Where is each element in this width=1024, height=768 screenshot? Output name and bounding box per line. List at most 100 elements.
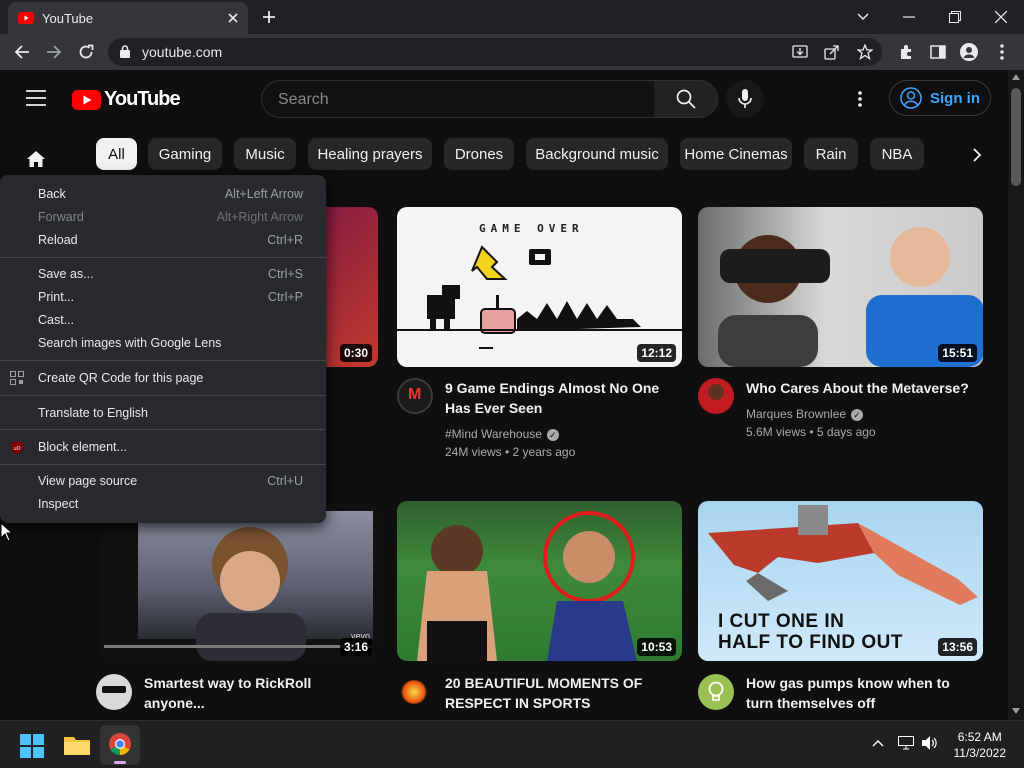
channel-name-text: #Mind Warehouse: [445, 427, 542, 441]
install-app-icon[interactable]: [792, 44, 808, 60]
side-panel-icon[interactable]: [926, 40, 950, 64]
network-icon[interactable]: [898, 736, 914, 750]
channel-avatar[interactable]: [698, 674, 734, 710]
menu-item-view-source[interactable]: View page source Ctrl+U: [0, 470, 326, 493]
chip-gaming[interactable]: Gaming: [148, 138, 222, 170]
close-window-icon[interactable]: [990, 6, 1012, 28]
video-title[interactable]: How gas pumps know when to turn themselve…: [746, 673, 950, 713]
minimize-icon[interactable]: [898, 6, 920, 28]
reload-icon[interactable]: [74, 40, 98, 64]
menu-item-inspect[interactable]: Inspect: [0, 493, 326, 516]
chip-drones[interactable]: Drones: [444, 138, 514, 170]
menu-item-cast[interactable]: Cast...: [0, 309, 326, 332]
extensions-icon[interactable]: [894, 40, 918, 64]
video-thumbnail[interactable]: 10:53: [397, 501, 682, 661]
sign-in-button[interactable]: Sign in: [889, 80, 991, 116]
menu-item-save-as[interactable]: Save as... Ctrl+S: [0, 263, 326, 286]
youtube-logo-icon: [72, 89, 101, 110]
search-icon: [676, 89, 696, 109]
video-title-line: Has Ever Seen: [445, 400, 543, 416]
chip-home-cinemas[interactable]: Home Cinemas: [680, 138, 792, 170]
menu-item-translate[interactable]: Translate to English: [0, 402, 326, 425]
taskbar-clock[interactable]: 6:52 AM 11/3/2022: [954, 729, 1007, 761]
chip-background-music[interactable]: Background music: [526, 138, 668, 170]
lock-icon: [120, 45, 130, 58]
address-bar[interactable]: youtube.com: [108, 38, 882, 66]
chrome-taskbar-button[interactable]: [100, 725, 140, 765]
new-tab-button[interactable]: [258, 6, 280, 28]
video-title[interactable]: 20 BEAUTIFUL MOMENTS OF RESPECT IN SPORTS: [445, 673, 642, 713]
scrollbar-thumb[interactable]: [1011, 88, 1021, 186]
search-button[interactable]: [654, 80, 718, 118]
menu-separator: [0, 429, 326, 430]
chip-music[interactable]: Music: [234, 138, 296, 170]
thumbnail-face-icon: [100, 503, 378, 661]
page-scrollbar[interactable]: [1008, 70, 1024, 720]
video-title[interactable]: Who Cares About the Metaverse?: [746, 378, 969, 398]
menu-item-label: Print...: [38, 290, 75, 304]
account-circle-icon: [900, 87, 922, 109]
chip-rain[interactable]: Rain: [804, 138, 858, 170]
url-text: youtube.com: [142, 44, 223, 60]
thumbnail-caption: I CUT ONE IN HALF TO FIND OUT: [718, 611, 903, 653]
voice-search-button[interactable]: [726, 80, 764, 118]
file-explorer-icon[interactable]: [64, 734, 90, 756]
context-menu: Back Alt+Left Arrow Forward Alt+Right Arro…: [0, 175, 326, 523]
menu-item-google-lens[interactable]: Search images with Google Lens: [0, 332, 326, 355]
bookmark-star-icon[interactable]: [857, 44, 873, 60]
show-hidden-icons-icon[interactable]: [872, 739, 884, 747]
guide-menu-icon[interactable]: [26, 90, 46, 106]
chrome-menu-icon[interactable]: [990, 40, 1014, 64]
youtube-logo[interactable]: YouTube: [72, 88, 181, 111]
home-icon[interactable]: [26, 150, 46, 168]
share-icon[interactable]: [824, 44, 840, 60]
volume-icon[interactable]: [922, 736, 938, 750]
tab-close-icon[interactable]: [228, 13, 238, 23]
chip-nba[interactable]: NBA: [870, 138, 924, 170]
video-title[interactable]: 9 Game Endings Almost No One Has Ever See…: [445, 378, 659, 418]
channel-avatar[interactable]: [397, 674, 433, 710]
clock-time: 6:52 AM: [957, 730, 1002, 744]
menu-item-block-element[interactable]: uO Block element...: [0, 436, 326, 459]
profile-icon[interactable]: [957, 40, 981, 64]
settings-more-icon[interactable]: [858, 91, 862, 107]
channel-name[interactable]: #Mind Warehouse ✓: [445, 425, 559, 443]
video-duration: 13:56: [938, 638, 977, 656]
menu-item-label: Translate to English: [38, 406, 149, 420]
tab-search-icon[interactable]: [852, 6, 874, 28]
video-title-line: 9 Game Endings Almost No One: [445, 380, 660, 396]
scroll-up-icon[interactable]: [1012, 74, 1020, 80]
channel-avatar[interactable]: M: [397, 378, 433, 414]
chips-next-icon[interactable]: [972, 147, 982, 163]
windows-start-icon[interactable]: [20, 734, 44, 758]
video-thumbnail[interactable]: 15:51: [698, 207, 983, 367]
video-thumbnail[interactable]: I CUT ONE IN HALF TO FIND OUT 13:56: [698, 501, 983, 661]
chip-all[interactable]: All: [96, 138, 137, 170]
active-indicator: [114, 761, 126, 764]
avatar-letter-icon: M: [408, 386, 422, 403]
menu-item-print[interactable]: Print... Ctrl+P: [0, 286, 326, 309]
menu-item-forward: Forward Alt+Right Arrow: [0, 206, 326, 229]
forward-icon[interactable]: [42, 40, 66, 64]
menu-item-qr-code[interactable]: Create QR Code for this page: [0, 367, 326, 390]
video-thumbnail[interactable]: GAME OVER 12:12: [397, 207, 682, 367]
menu-item-back[interactable]: Back Alt+Left Arrow: [0, 183, 326, 206]
menu-item-label: Create QR Code for this page: [38, 371, 204, 385]
menu-item-label: Reload: [38, 233, 78, 247]
menu-item-label: Block element...: [38, 440, 127, 454]
restore-icon[interactable]: [944, 6, 966, 28]
channel-avatar[interactable]: [96, 674, 132, 710]
tab-youtube[interactable]: YouTube: [8, 2, 248, 34]
back-icon[interactable]: [10, 40, 34, 64]
channel-name[interactable]: Marques Brownlee ✓: [746, 405, 864, 423]
thumbnail-people-icon: [397, 501, 682, 661]
video-thumbnail[interactable]: vevo 3:16: [100, 503, 378, 661]
video-title[interactable]: Smartest way to RickRoll anyone...: [144, 673, 311, 713]
screen: YouTube youtube.com YouTube Search Sign …: [0, 0, 1024, 768]
scroll-down-icon[interactable]: [1012, 708, 1020, 714]
channel-avatar[interactable]: [698, 378, 734, 414]
menu-item-label: View page source: [38, 474, 138, 488]
menu-item-reload[interactable]: Reload Ctrl+R: [0, 229, 326, 252]
search-input[interactable]: Search: [261, 80, 655, 118]
chip-healing-prayers[interactable]: Healing prayers: [308, 138, 432, 170]
